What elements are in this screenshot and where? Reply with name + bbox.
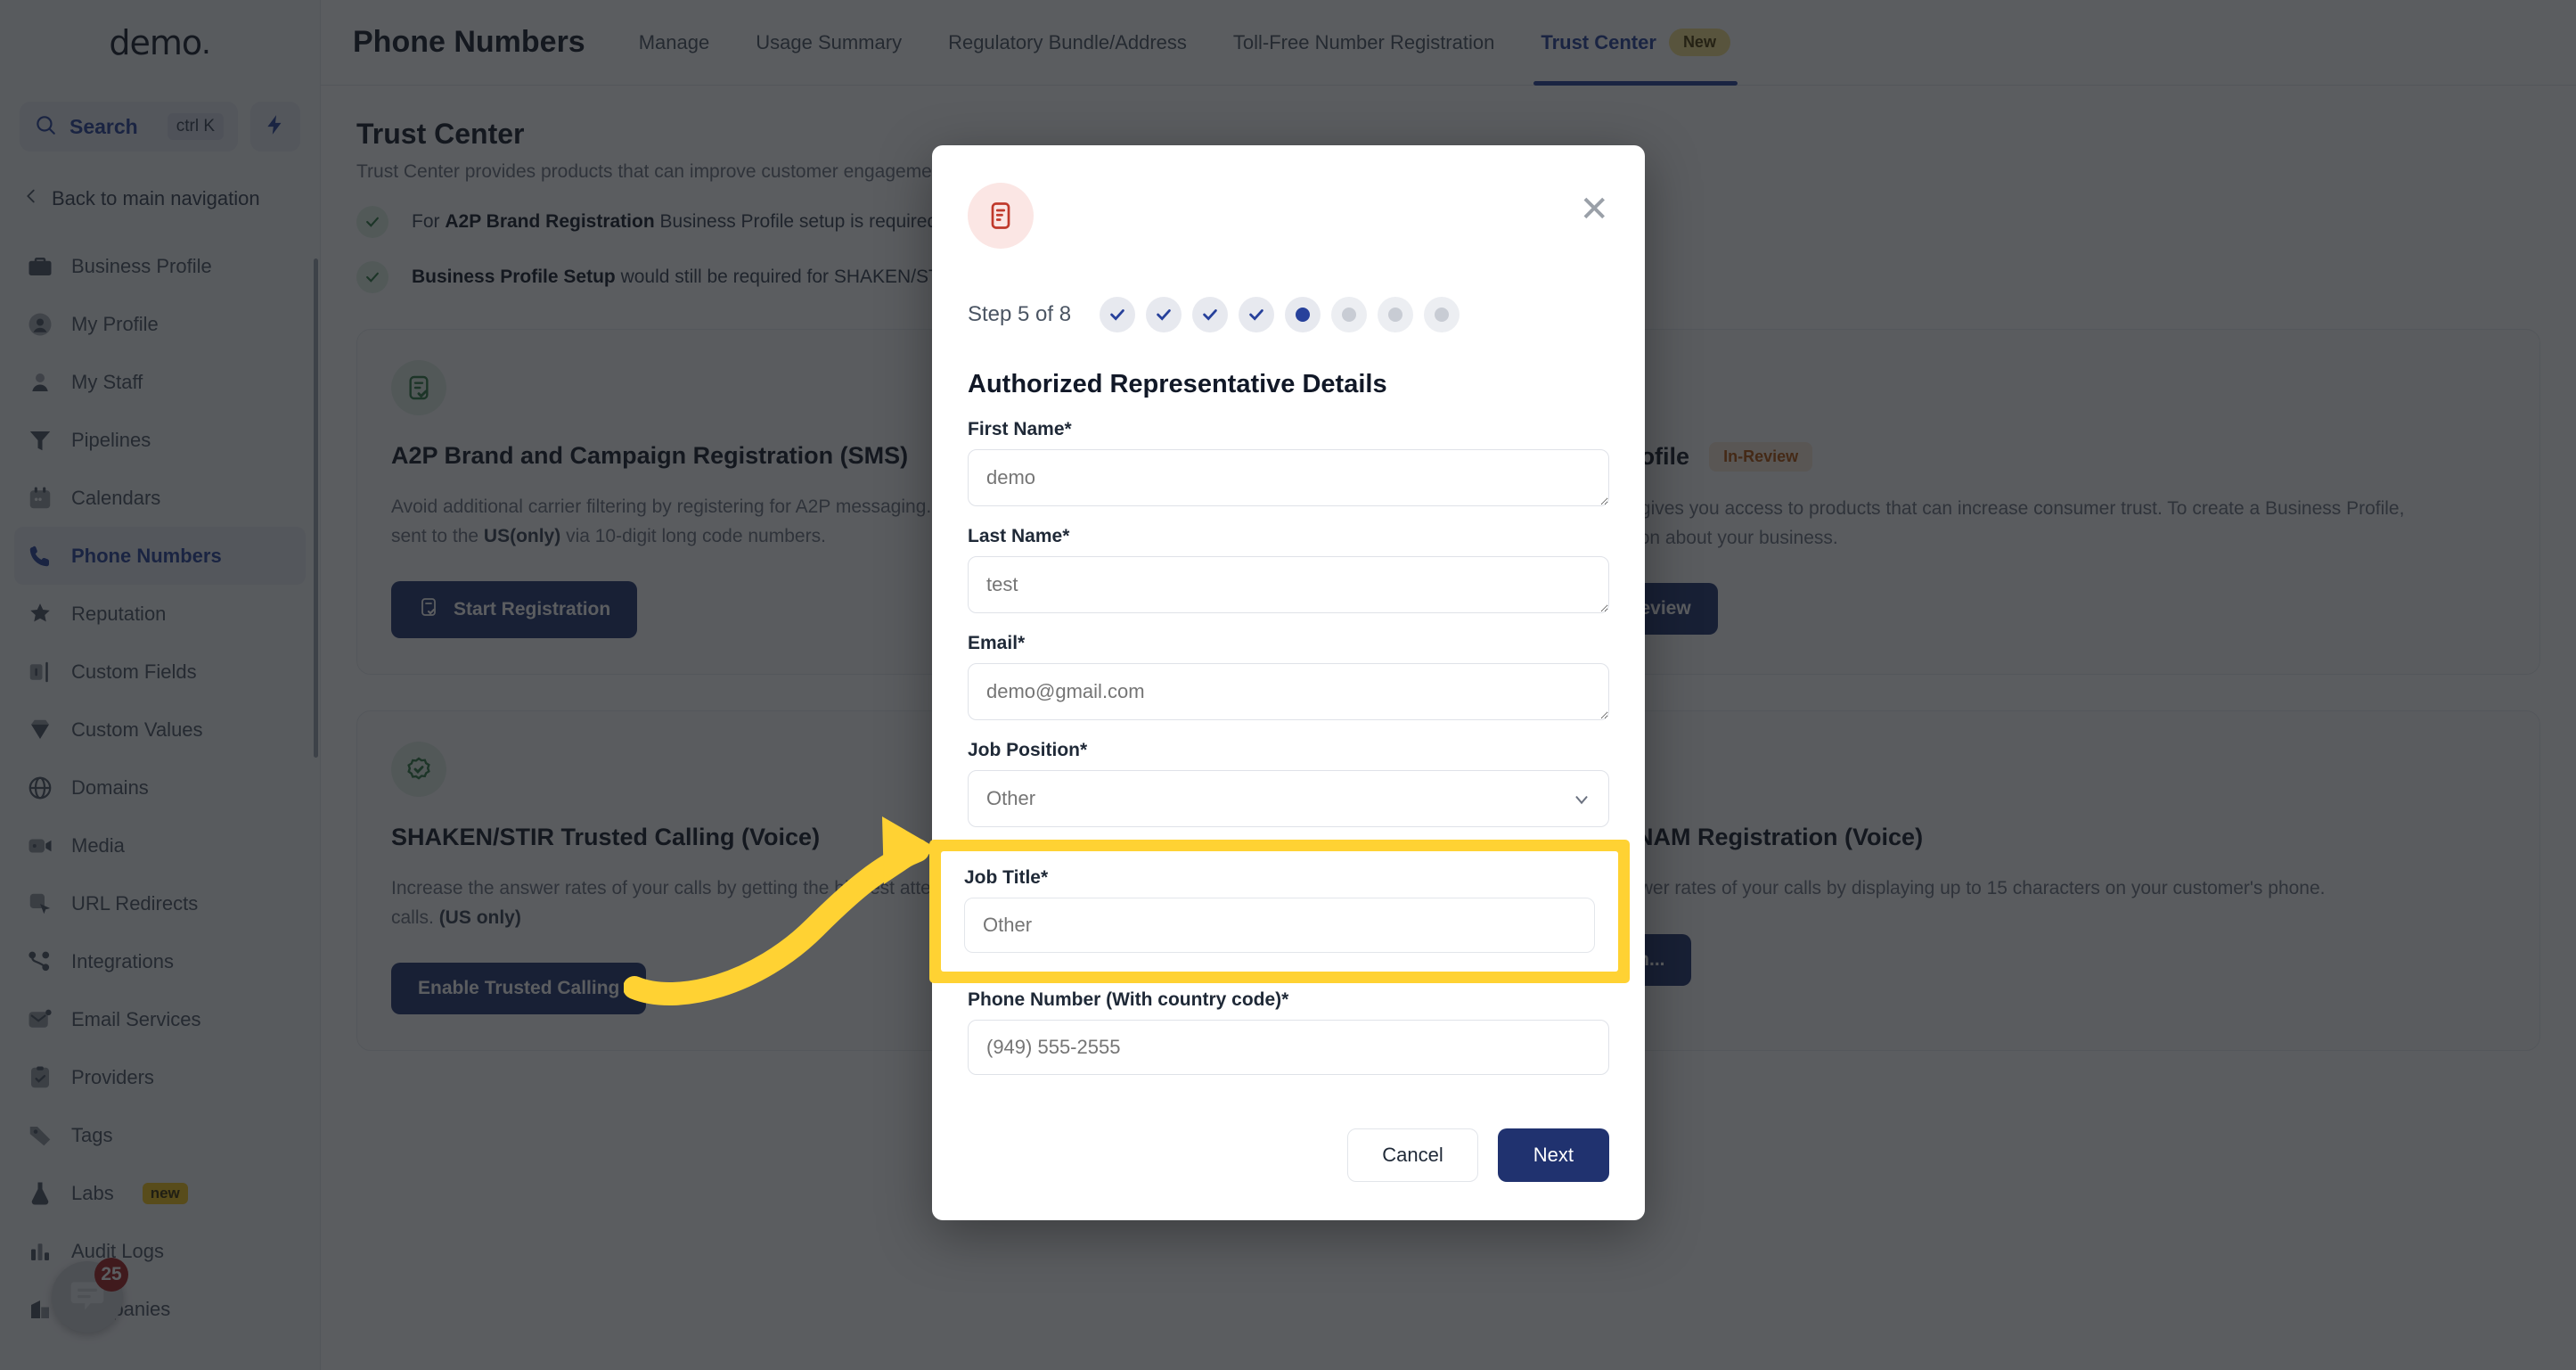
email-label: Email* [968, 633, 1026, 653]
step-dot-1-complete[interactable] [1100, 297, 1136, 332]
authorized-representative-modal: ✕ Step 5 of 8 Authorized Representative … [932, 145, 1645, 1220]
job-position-group: Job Position* [968, 740, 1609, 827]
email-group: Email* [968, 633, 1609, 720]
job-position-label: Job Position* [968, 740, 1088, 760]
first-name-group: First Name* [968, 419, 1609, 506]
close-icon[interactable]: ✕ [1579, 192, 1609, 227]
step-dot-3-complete[interactable] [1192, 297, 1229, 332]
cancel-button[interactable]: Cancel [1347, 1128, 1478, 1182]
next-button[interactable]: Next [1497, 1128, 1609, 1182]
modal-heading: Authorized Representative Details [968, 370, 1387, 398]
step-dot-2-complete[interactable] [1146, 297, 1182, 332]
phone-number-group: Phone Number (With country code)* [968, 989, 1609, 1075]
modal-actions: Cancel Next [968, 1128, 1609, 1182]
step-dot-7-pending[interactable] [1378, 297, 1414, 332]
job-title-label: Job Title* [964, 867, 1049, 888]
email-field[interactable] [968, 663, 1609, 720]
first-name-label: First Name* [968, 419, 1072, 439]
job-title-field[interactable] [964, 898, 1595, 953]
last-name-label: Last Name* [968, 526, 1070, 546]
job-position-select[interactable] [968, 770, 1609, 827]
step-label: Step 5 of 8 [968, 302, 1072, 326]
step-dot-6-pending[interactable] [1331, 297, 1368, 332]
last-name-group: Last Name* [968, 526, 1609, 613]
document-lines-icon [968, 183, 1034, 249]
phone-number-label: Phone Number (With country code)* [968, 989, 1289, 1010]
first-name-field[interactable] [968, 449, 1609, 506]
last-name-field[interactable] [968, 556, 1609, 613]
job-title-group: Job Title* [941, 851, 1618, 972]
step-dot-4-complete[interactable] [1239, 297, 1275, 332]
step-dot-8-pending[interactable] [1424, 297, 1460, 332]
step-indicator: Step 5 of 8 [968, 297, 1609, 332]
step-dot-5-current[interactable] [1285, 297, 1321, 332]
phone-number-field[interactable] [968, 1020, 1609, 1075]
job-title-highlight: Job Title* [929, 840, 1630, 983]
